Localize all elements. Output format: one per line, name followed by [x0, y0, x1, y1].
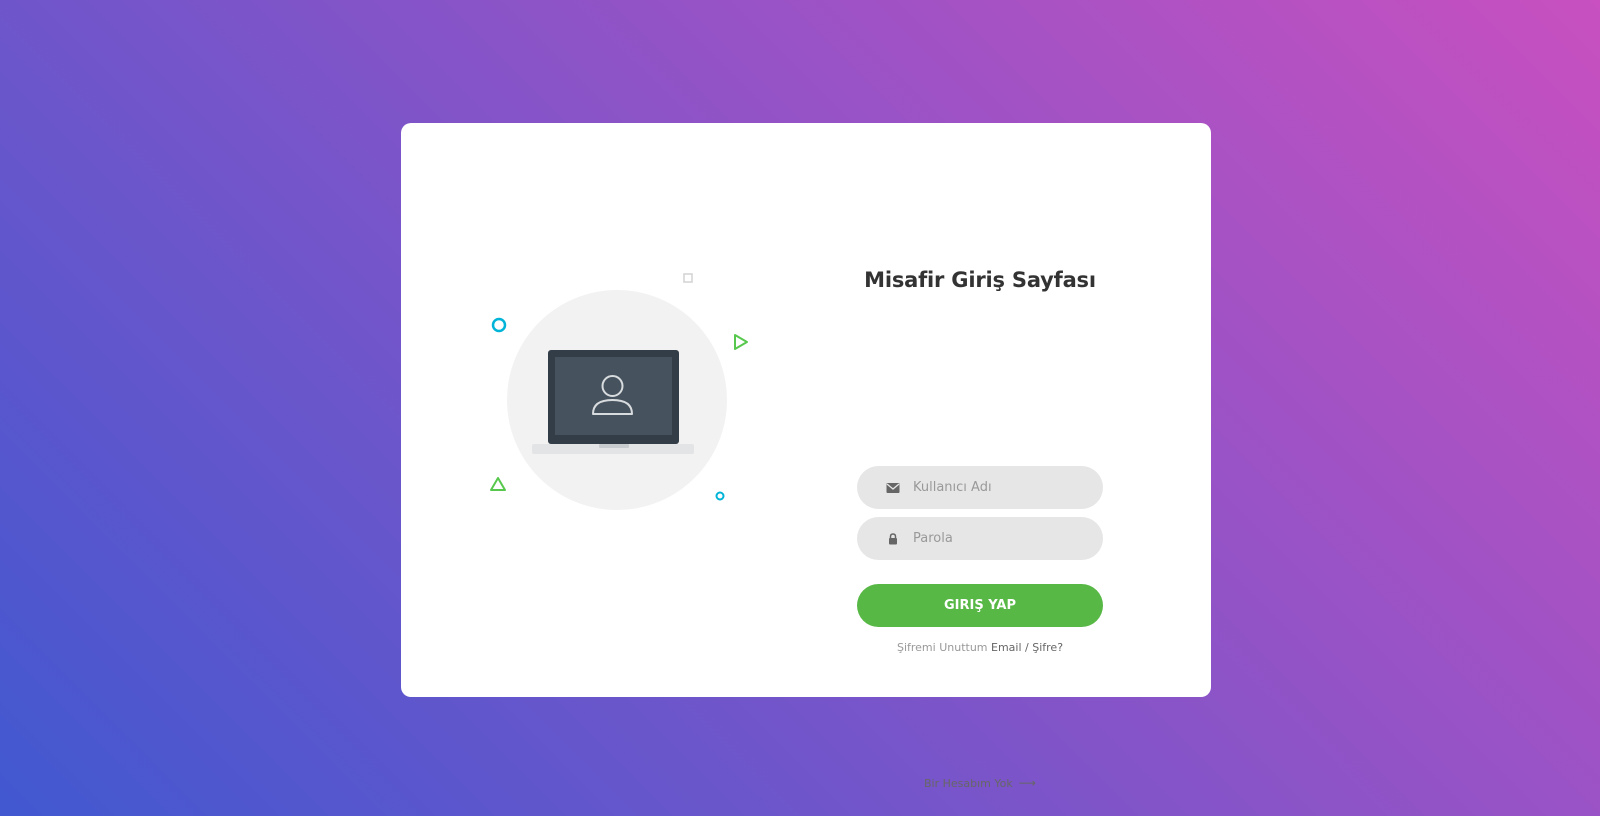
- page-title: Misafir Giriş Sayfası: [864, 268, 1096, 292]
- triangle-up-icon: [490, 477, 506, 491]
- forgot-password-link[interactable]: Email / Şifre?: [991, 641, 1063, 654]
- laptop-user-icon: [490, 273, 748, 510]
- signup-label: Bir Hesabım Yok: [924, 777, 1013, 790]
- lock-icon: [886, 531, 900, 545]
- triangle-right-icon: [734, 334, 748, 350]
- small-circle-icon: [715, 491, 725, 501]
- arrow-right-icon: ⟶: [1018, 776, 1036, 790]
- login-card: Misafir Giriş Sayfası GIRIŞ YAP Şifremi: [401, 123, 1211, 790]
- signup-link[interactable]: Bir Hesabım Yok ⟶: [924, 776, 1036, 790]
- login-button[interactable]: GIRIŞ YAP: [857, 584, 1103, 627]
- login-form: Misafir Giriş Sayfası GIRIŞ YAP Şifremi: [857, 263, 1103, 790]
- envelope-icon: [886, 480, 900, 494]
- forgot-password-row: Şifremi Unuttum Email / Şifre?: [857, 641, 1103, 654]
- password-field[interactable]: [857, 517, 1103, 560]
- forgot-text: Şifremi Unuttum: [896, 641, 988, 654]
- signup-row: Bir Hesabım Yok ⟶: [857, 776, 1103, 790]
- username-input[interactable]: [913, 466, 1088, 509]
- circle-icon: [491, 317, 507, 333]
- square-icon: [683, 273, 693, 283]
- password-input[interactable]: [913, 517, 1088, 560]
- login-illustration: [473, 268, 763, 538]
- username-field[interactable]: [857, 466, 1103, 509]
